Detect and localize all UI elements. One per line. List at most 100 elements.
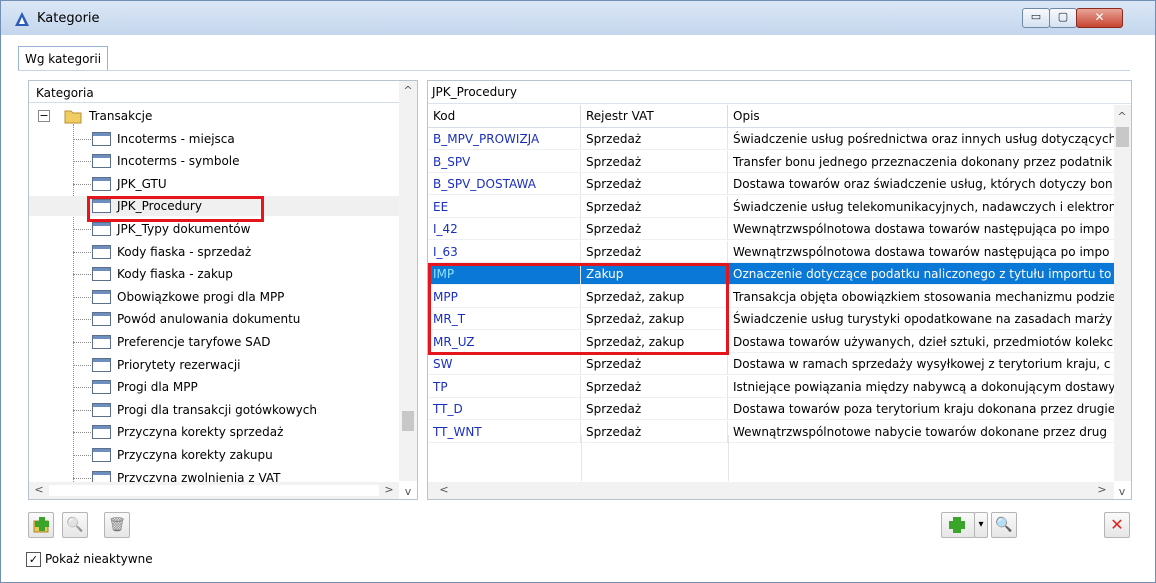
cell-opis: Wewnątrzwspólnotowa dostawa towarów nast… [728,218,1123,240]
tree-item[interactable]: Incoterms - symbole [29,151,399,171]
tree-item-label: Priorytety rezerwacji [117,357,241,372]
table-row[interactable]: B_SPV_DOSTAWA Sprzedaż Dostawa towarów ora… [428,173,1123,195]
cell-opis: Transakcja objęta obowiązkiem stosowania… [728,285,1123,308]
tree-item[interactable]: Progi dla transakcji gotówkowych [29,400,399,420]
table-icon [92,402,111,417]
cell-kod: B_SPV_DOSTAWA [428,173,581,195]
scroll-right-icon[interactable]: > [381,483,397,499]
table-row[interactable]: B_MPV_PROWIZJA Sprzedaż Świadczenie usług … [428,128,1123,150]
maximize-button[interactable]: ▢ [1049,8,1077,28]
tree-item[interactable]: JPK_Typy dokumentów [29,219,399,239]
table-row[interactable]: TT_D Sprzedaż Dostawa towarów poza terytor… [428,398,1123,420]
tree-item[interactable]: Priorytety rezerwacji [29,355,399,375]
tree-horizontal-scrollbar[interactable]: < > [29,482,399,499]
delete-category-button[interactable]: 🗑 [104,512,130,538]
tree-item-label: JPK_GTU [117,176,167,191]
table-row[interactable]: B_SPV Sprzedaż Transfer bonu jednego przez… [428,150,1123,173]
cell-opis: Oznaczenie dotyczące podatku naliczonego… [728,263,1123,285]
tree-item-label: Progi dla MPP [117,380,198,395]
folder-icon [64,110,82,124]
app-logo-icon [15,12,29,26]
show-inactive-checkbox[interactable]: ✓ [26,552,41,567]
tree-item-transakcje[interactable]: − Transakcje [29,106,399,126]
close-icon: ✕ [1094,10,1105,24]
scroll-down-icon[interactable]: v [1114,485,1130,499]
table-row[interactable]: I_42 Sprzedaż Wewnątrzwspólnotowa dostawa … [428,218,1123,240]
tree-item-label: Kody fiaska - zakup [117,267,233,282]
table-icon [92,425,111,440]
tree-item[interactable]: Incoterms - miejsca [29,129,399,149]
cell-kod: TT_D [428,398,581,420]
cell-opis: Dostawa towarów poza terytorium kraju do… [728,398,1123,420]
table-row[interactable]: TP Sprzedaż Istniejące powiązania między n… [428,375,1123,398]
tree-header: Kategoria [29,81,417,103]
table-icon [92,312,111,327]
grid-vscroll-thumb[interactable] [1116,127,1129,147]
tree-vertical-scrollbar[interactable]: ^ v [399,81,417,498]
cell-opis: Istniejące powiązania między nabywcą a d… [728,375,1123,398]
tree-item-label: Transakcje [89,109,153,123]
tree-item[interactable]: Kody fiaska - zakup [29,264,399,284]
search-category-button[interactable]: 🔍 [62,512,88,538]
cell-rejestr-vat: Sprzedaż [581,218,728,240]
table-icon [92,154,111,169]
tree-header-label: Kategoria [36,86,94,100]
add-folder-icon [33,517,49,533]
tree-item[interactable]: Przyczyna korekty sprzedaż [29,422,399,442]
tab-wg-kategorii[interactable]: Wg kategorii [18,46,109,71]
scroll-right-icon[interactable]: > [1094,483,1110,499]
collapse-toggle[interactable]: − [38,110,50,122]
table-row[interactable]: TT_WNT Sprzedaż Wewnątrzwspólnotowe nabyci… [428,420,1123,443]
minimize-button[interactable]: ▭ [1022,8,1050,28]
tree-item[interactable]: JPK_GTU [29,174,399,194]
cell-rejestr-vat: Sprzedaż [581,398,728,420]
tree-vscroll-thumb[interactable] [402,411,414,431]
table-icon [92,357,111,372]
scroll-left-icon[interactable]: < [436,483,452,499]
delete-record-button[interactable]: ✕ [1104,512,1130,538]
show-inactive-label: Pokaż nieaktywne [45,552,153,566]
column-header-kod[interactable]: Kod [428,105,581,127]
cell-kod: TT_WNT [428,420,581,443]
column-header-rejestr-vat[interactable]: Rejestr VAT [581,105,728,127]
scroll-up-icon[interactable]: ^ [400,84,416,100]
column-header-opis[interactable]: Opis [728,105,1128,127]
tree-item[interactable]: Obowiązkowe progi dla MPP [29,287,399,307]
cell-kod: B_MPV_PROWIZJA [428,128,581,150]
tree-hscroll-track[interactable] [49,485,379,496]
add-category-button[interactable] [28,512,54,538]
tree-item[interactable]: Progi dla MPP [29,377,399,397]
table-row[interactable]: I_63 Sprzedaż Wewnątrzwspólnotowa dostawa … [428,240,1123,263]
table-row[interactable]: EE Sprzedaż Świadczenie usług telekomunika… [428,195,1123,218]
add-record-dropdown[interactable]: ▾ [974,512,988,538]
search-record-button[interactable]: 🔍 [991,512,1017,538]
cell-rejestr-vat: Sprzedaż [581,353,728,375]
scroll-down-icon[interactable]: v [400,485,416,499]
grid-horizontal-scrollbar[interactable]: < > [428,482,1114,499]
tree-item[interactable]: Powód anulowania dokumentu [29,309,399,329]
maximize-icon: ▢ [1057,10,1069,23]
cell-opis: Świadczenie usług telekomunikacyjnych, n… [728,195,1123,218]
close-window-button[interactable]: ✕ [1076,8,1123,28]
scroll-up-icon[interactable]: ^ [1114,110,1130,126]
plus-icon [949,517,965,533]
tree-item[interactable]: Preferencje taryfowe SAD [29,332,399,352]
trash-icon: 🗑 [108,517,126,533]
scroll-left-icon[interactable]: < [31,483,47,499]
cell-opis: Wewnątrzwspólnotowa dostawa towarów nast… [728,240,1123,263]
search-icon: 🔍 [66,517,84,533]
cell-rejestr-vat: Sprzedaż [581,375,728,398]
minimize-icon: ▭ [1030,10,1042,23]
tree-item-label: Progi dla transakcji gotówkowych [117,402,317,417]
table-icon [92,380,111,395]
column-divider [728,435,729,481]
cell-kod: I_42 [428,218,581,240]
table-icon [92,335,111,349]
tree-item[interactable]: Przyczyna korekty zakupu [29,445,399,465]
title-bar[interactable]: Kategorie ▭ ▢ ✕ [1,1,1155,35]
grid-vertical-scrollbar[interactable]: ^ v [1114,105,1131,498]
tree-item[interactable]: Kody fiaska - sprzedaż [29,242,399,262]
table-row[interactable]: SW Sprzedaż Dostawa w ramach sprzedaży wys… [428,353,1123,375]
add-record-button[interactable] [941,512,975,538]
cell-opis: Transfer bonu jednego przeznaczenia doko… [728,150,1123,173]
